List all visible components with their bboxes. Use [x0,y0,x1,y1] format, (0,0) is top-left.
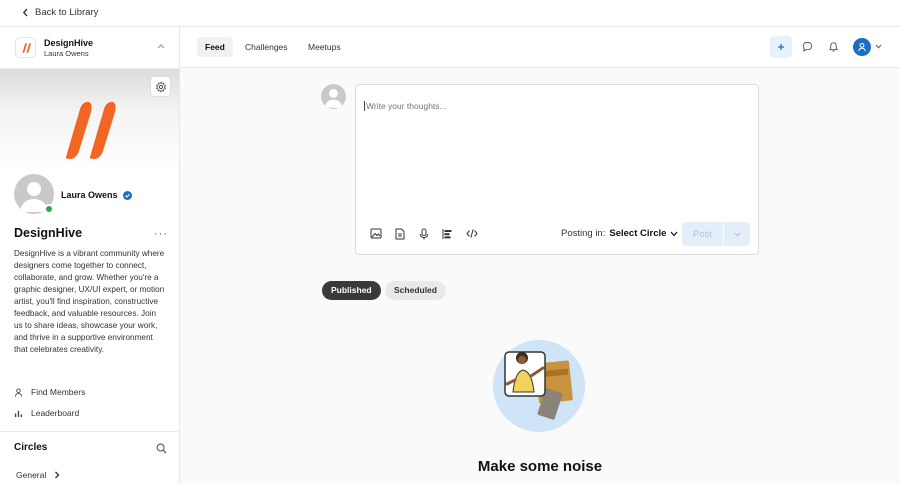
back-to-library-link[interactable]: Back to Library [22,7,98,18]
user-icon [858,43,866,52]
sidebar-item-label: Leaderboard [31,408,80,418]
chevron-down-icon [734,232,740,237]
post-button[interactable]: Post [682,222,723,246]
tab-challenges[interactable]: Challenges [237,37,296,57]
circles-heading: Circles [14,442,48,453]
community-title: DesignHive [14,226,83,240]
bar-chart-icon [14,410,23,417]
community-banner-logo [65,101,116,159]
avatar [321,84,346,109]
empty-state-illustration [493,340,585,432]
chevron-left-icon [22,8,28,17]
circle-label: General [16,470,47,480]
circle-item-general[interactable]: General [16,470,60,480]
plus-icon [778,44,784,50]
gear-icon [155,81,166,92]
chevron-down-icon [670,231,678,236]
top-bar: Back to Library [0,0,900,27]
chevron-right-icon [55,471,60,479]
sidebar-item-label: Find Members [31,387,86,397]
divider [0,431,180,432]
sidebar-item-leaderboard[interactable]: Leaderboard [14,408,79,418]
filter-published[interactable]: Published [322,281,381,300]
posting-in-label: Posting in: [561,228,606,239]
empty-state-title: Make some noise [477,458,603,475]
chevron-down-icon[interactable] [875,44,882,49]
profile-name[interactable]: Laura Owens [61,190,118,200]
post-composer: Posting in: Select Circle Post [355,84,759,255]
owner-profile: Laura Owens [0,172,179,227]
sidebar-item-find-members[interactable]: Find Members [14,387,85,397]
document-icon[interactable] [395,228,405,240]
online-status-dot [44,204,54,214]
search-icon[interactable] [156,443,167,454]
tab-feed[interactable]: Feed [197,37,233,57]
image-icon[interactable] [370,228,382,239]
post-options-button[interactable] [724,222,750,246]
poll-icon[interactable] [442,228,453,240]
bell-icon[interactable] [828,41,839,52]
circle-select-value: Select Circle [609,228,667,239]
main-header: Feed Challenges Meetups [180,27,900,68]
back-label: Back to Library [35,7,99,18]
more-options-button[interactable]: ··· [154,228,168,240]
community-owner: Laura Owens [44,48,89,58]
settings-button[interactable] [150,76,171,97]
community-name: DesignHive [44,37,94,48]
tab-meetups[interactable]: Meetups [300,37,349,57]
chat-icon[interactable] [802,41,813,52]
create-button[interactable] [770,36,792,58]
filter-scheduled[interactable]: Scheduled [385,281,446,300]
community-banner [0,69,179,172]
user-avatar-button[interactable] [853,38,871,56]
community-description: DesignHive is a vibrant community where … [14,249,165,354]
code-icon[interactable] [466,228,478,239]
community-logo [15,37,36,58]
verified-badge-icon [122,190,132,200]
circle-selector[interactable]: Posting in: Select Circle [561,228,678,239]
microphone-icon[interactable] [419,228,429,240]
feed-area: Posting in: Select Circle Post Published… [180,68,900,484]
chevron-up-icon [157,44,165,49]
person-icon [14,387,23,397]
post-text-input[interactable] [364,101,664,111]
community-switcher[interactable]: DesignHive Laura Owens [0,27,179,69]
